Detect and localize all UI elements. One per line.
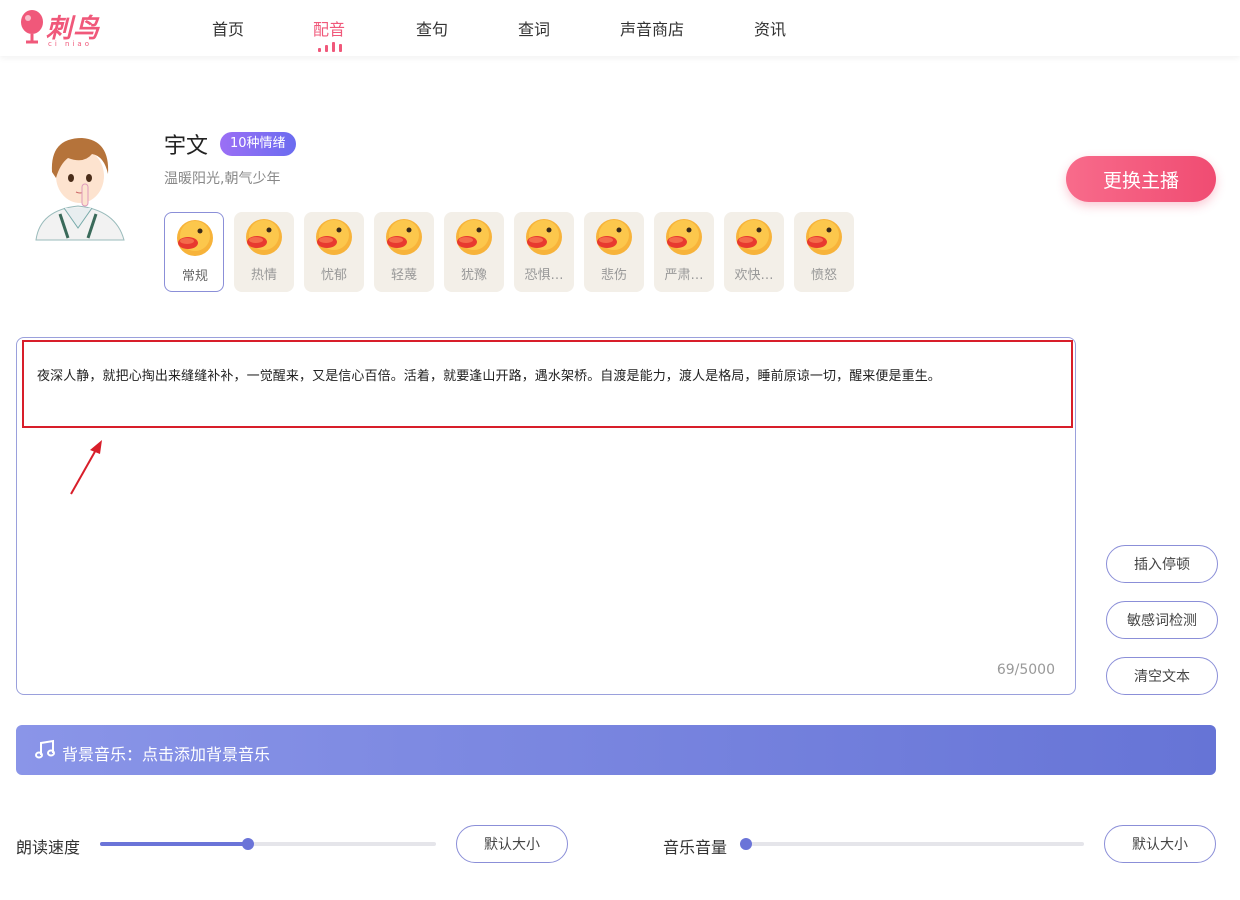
duck-emoji-icon (596, 219, 632, 255)
sensitive-word-check-button[interactable]: 敏感词检测 (1106, 601, 1218, 639)
emotion-option[interactable]: 热情 (234, 212, 294, 292)
music-volume-slider[interactable] (740, 838, 1084, 850)
nav-item-home[interactable]: 首页 (212, 16, 244, 40)
speed-slider-thumb[interactable] (241, 838, 254, 850)
nav-item-dubbing[interactable]: 配音 (313, 16, 345, 40)
emotion-label: 愤怒 (810, 268, 837, 283)
emotion-label: 悲伤 (600, 268, 627, 283)
background-music-label: 背景音乐：点击添加背景音乐 (62, 745, 271, 764)
emotion-label: 热情 (250, 268, 277, 283)
anchor-avatar (35, 138, 125, 241)
emotion-label: 犹豫 (460, 268, 487, 283)
emotion-count-badge: 10种情绪 (220, 132, 296, 156)
duck-emoji-icon (316, 219, 352, 255)
annotation-arrow-icon (70, 440, 102, 495)
speed-slider[interactable] (100, 838, 436, 850)
music-note-icon (35, 739, 55, 759)
emotion-option[interactable]: 愤怒 (794, 212, 854, 292)
emotion-label: 忧郁 (320, 268, 347, 283)
insert-pause-button[interactable]: 插入停顿 (1106, 545, 1218, 583)
clear-text-button[interactable]: 清空文本 (1106, 657, 1218, 695)
volume-slider-thumb[interactable] (740, 838, 752, 850)
duck-emoji-icon (806, 219, 842, 255)
duck-emoji-icon (666, 219, 702, 255)
speed-label: 朗读速度 (16, 838, 81, 857)
anchor-name: 宇文 (164, 134, 209, 159)
emotion-label: 恐惧… (524, 268, 564, 283)
background-music-bar[interactable]: 背景音乐：点击添加背景音乐 (16, 725, 1216, 775)
nav-item-voice-store[interactable]: 声音商店 (620, 16, 684, 40)
duck-emoji-icon (246, 219, 282, 255)
nav-item-news[interactable]: 资讯 (754, 16, 786, 40)
volume-default-button[interactable]: 默认大小 (1104, 825, 1216, 863)
duck-emoji-icon (386, 219, 422, 255)
change-anchor-button[interactable]: 更换主播 (1066, 156, 1216, 202)
nav-item-search-word[interactable]: 查词 (518, 16, 550, 40)
microphone-logo-icon (21, 10, 43, 44)
emotion-option[interactable]: 犹豫 (444, 212, 504, 292)
duck-emoji-icon (736, 219, 772, 255)
anchor-description: 温暖阳光,朝气少年 (164, 171, 281, 187)
active-nav-indicator (318, 42, 344, 52)
emotion-label: 严肃… (664, 268, 704, 283)
annotation-highlight-box (22, 340, 1073, 428)
duck-emoji-icon (177, 220, 213, 256)
emotion-label: 欢快… (734, 268, 774, 283)
speed-default-button[interactable]: 默认大小 (456, 825, 568, 863)
character-counter: 69/5000 (996, 662, 1055, 678)
site-logo[interactable]: 刺鸟 ci niao (18, 6, 108, 50)
music-volume-label: 音乐音量 (663, 838, 728, 857)
emotion-label: 轻蔑 (390, 268, 417, 283)
logo-subtext: ci niao (48, 40, 92, 48)
emotion-option[interactable]: 恐惧… (514, 212, 574, 292)
emotion-option[interactable]: 严肃… (654, 212, 714, 292)
duck-emoji-icon (456, 219, 492, 255)
emotion-option[interactable]: 欢快… (724, 212, 784, 292)
duck-emoji-icon (526, 219, 562, 255)
top-nav-bar: 刺鸟 ci niao 首页 配音 查句 查词 声音商店 资讯 (0, 0, 1240, 56)
emotion-option[interactable]: 忧郁 (304, 212, 364, 292)
emotion-label: 常规 (181, 269, 208, 284)
emotion-option[interactable]: 轻蔑 (374, 212, 434, 292)
speed-slider-fill (100, 842, 248, 846)
nav-item-search-sentence[interactable]: 查句 (416, 16, 448, 40)
emotion-option[interactable]: 悲伤 (584, 212, 644, 292)
emotion-option[interactable]: 常规 (164, 212, 224, 292)
